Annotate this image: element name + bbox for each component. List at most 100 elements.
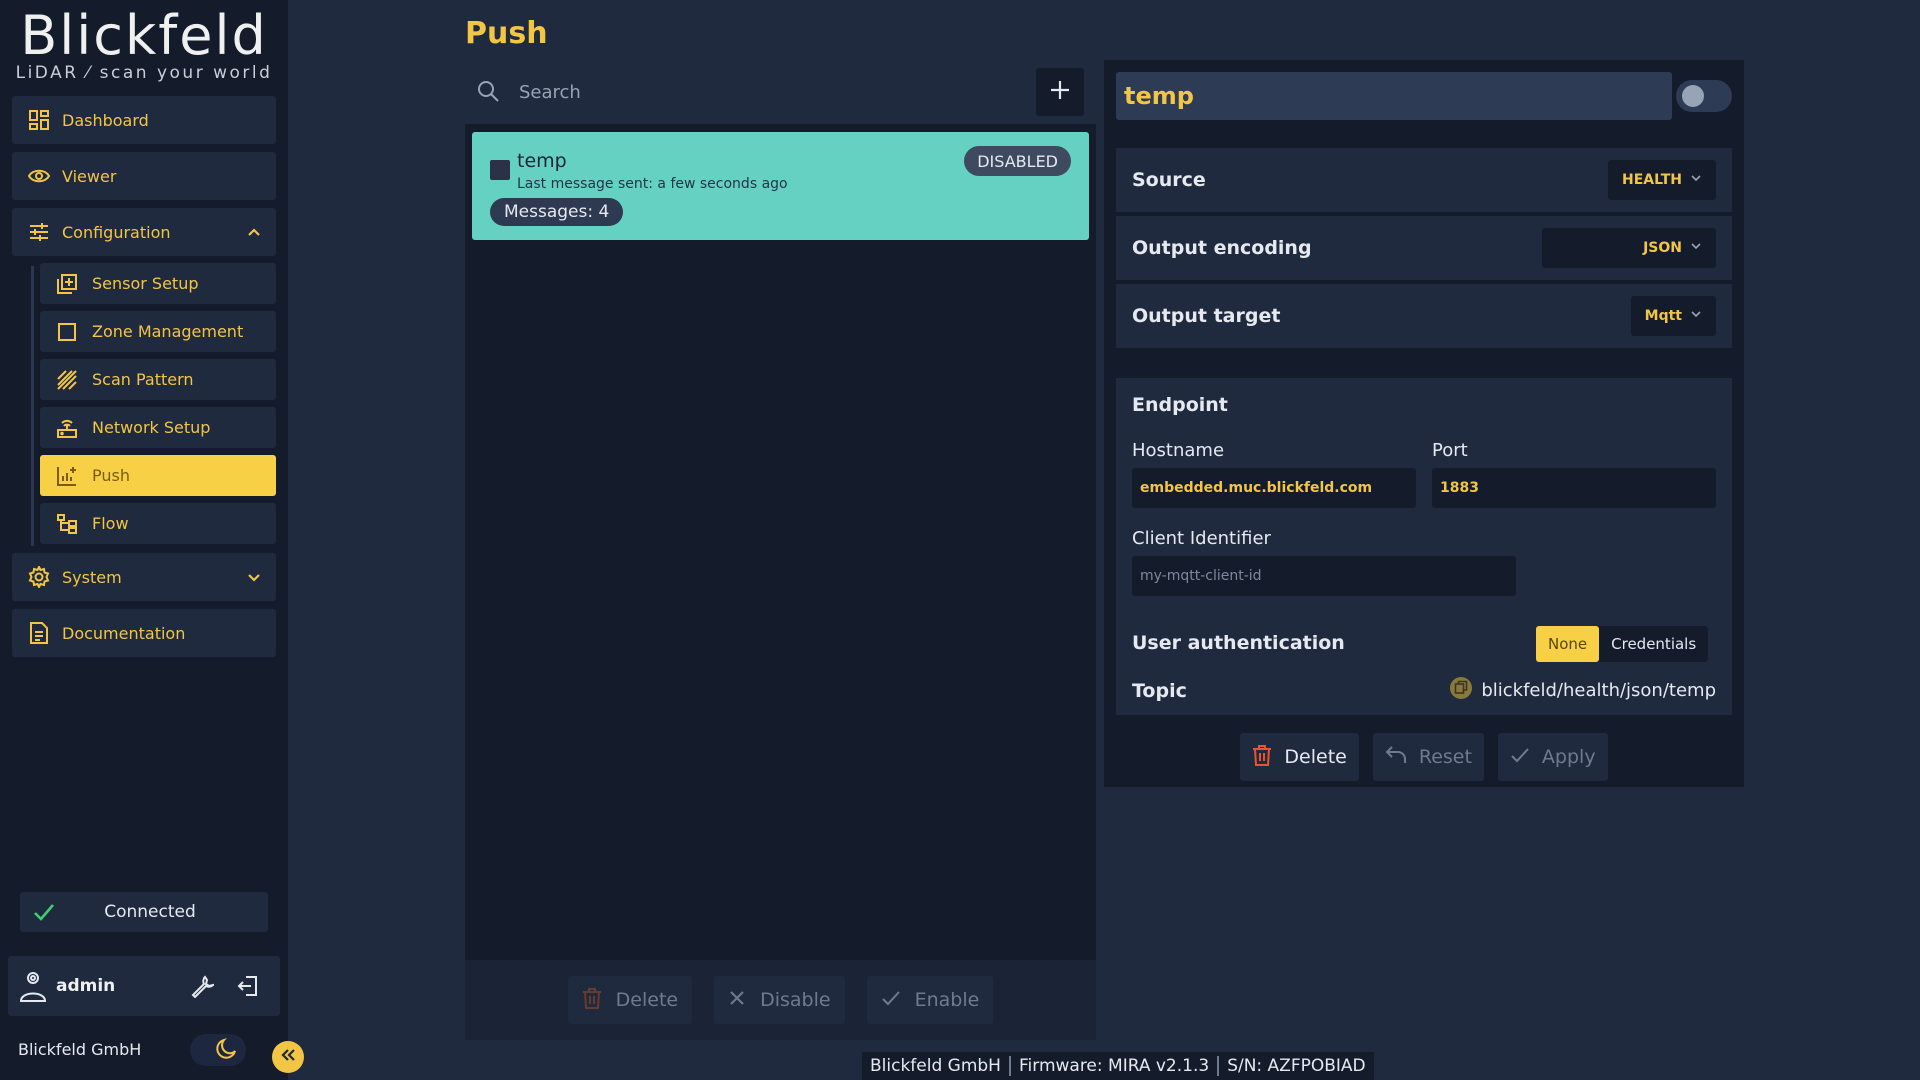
- copy-icon[interactable]: [1449, 676, 1473, 705]
- apply-button[interactable]: Apply: [1497, 733, 1608, 781]
- status-firmware: Firmware: MIRA v2.1.3: [1018, 1056, 1210, 1076]
- encoding-select[interactable]: JSON: [1542, 228, 1716, 268]
- push-detail-panel: temp Source HEALTH Output encoding JSON …: [1104, 60, 1744, 787]
- button-label: Delete: [615, 989, 679, 1011]
- status-badge: DISABLED: [964, 146, 1071, 176]
- sidebar-item-push[interactable]: Push: [40, 455, 276, 496]
- sidebar-item-label: Scan Pattern: [92, 370, 194, 389]
- gear-icon: [28, 566, 50, 588]
- item-checkbox[interactable]: [490, 160, 510, 180]
- brand-name: Blickfeld: [20, 4, 268, 67]
- list-item[interactable]: temp Last message sent: a few seconds ag…: [472, 132, 1089, 240]
- target-select[interactable]: Mqtt: [1630, 296, 1716, 336]
- user-auth-label: User authentication: [1132, 632, 1345, 654]
- chevron-down-icon: [1690, 240, 1702, 256]
- collapse-sidebar-button[interactable]: [272, 1041, 304, 1073]
- source-label: Source: [1132, 169, 1206, 191]
- page-title: Push: [465, 16, 548, 51]
- enable-toggle[interactable]: [1676, 80, 1732, 112]
- sidebar-item-label: Sensor Setup: [92, 274, 199, 293]
- sidebar-item-zone-management[interactable]: Zone Management: [40, 311, 276, 352]
- sidebar-item-scan-pattern[interactable]: Scan Pattern: [40, 359, 276, 400]
- sidebar-item-label: Documentation: [62, 623, 186, 643]
- connection-status: Connected: [20, 892, 268, 932]
- button-label: Reset: [1418, 746, 1472, 768]
- sidebar-item-network-setup[interactable]: Network Setup: [40, 407, 276, 448]
- button-label: Disable: [760, 989, 831, 1011]
- hostname-label: Hostname: [1132, 440, 1225, 461]
- delete-button[interactable]: Delete: [1240, 733, 1359, 781]
- moon-icon: [216, 1037, 238, 1063]
- encoding-label: Output encoding: [1132, 237, 1312, 259]
- sidebar-item-label: Dashboard: [62, 110, 149, 130]
- topic-value: blickfeld/health/json/temp: [1481, 680, 1716, 701]
- wrench-icon[interactable]: [188, 972, 216, 1000]
- bulk-disable-button[interactable]: Disable: [714, 976, 845, 1024]
- document-icon: [28, 622, 50, 644]
- chart-push-icon: [56, 465, 78, 487]
- undo-icon: [1385, 745, 1407, 770]
- sidebar-item-label: Configuration: [62, 222, 171, 242]
- sidebar-item-viewer[interactable]: Viewer: [12, 152, 276, 200]
- hostname-input[interactable]: [1132, 468, 1416, 508]
- add-push-button[interactable]: [1036, 68, 1084, 116]
- auth-option-credentials[interactable]: Credentials: [1599, 626, 1708, 662]
- sidebar-item-sensor-setup[interactable]: Sensor Setup: [40, 263, 276, 304]
- sidebar-item-flow[interactable]: Flow: [40, 503, 276, 544]
- connection-status-text: Connected: [104, 902, 196, 922]
- sidebar-item-label: Network Setup: [92, 418, 211, 437]
- sidebar-item-documentation[interactable]: Documentation: [12, 609, 276, 657]
- push-name-field[interactable]: temp: [1116, 72, 1672, 120]
- sliders-icon: [28, 221, 50, 243]
- plus-icon: [1049, 79, 1071, 105]
- sidebar-item-system[interactable]: System: [12, 553, 276, 601]
- button-label: Enable: [914, 989, 980, 1011]
- sidebar-item-dashboard[interactable]: Dashboard: [12, 96, 276, 144]
- status-company: Blickfeld GmbH: [870, 1056, 1001, 1076]
- endpoint-title: Endpoint: [1132, 394, 1228, 416]
- search-input[interactable]: [519, 74, 969, 110]
- bulk-delete-button[interactable]: Delete: [567, 976, 693, 1024]
- sidebar-item-configuration[interactable]: Configuration: [12, 208, 276, 256]
- message-count-badge: Messages: 4: [490, 198, 624, 226]
- chevron-up-icon: [244, 222, 264, 242]
- target-value: Mqtt: [1644, 308, 1682, 324]
- check-icon: [881, 989, 901, 1012]
- port-input[interactable]: [1432, 468, 1716, 508]
- divider: [1008, 1056, 1011, 1076]
- search-icon: [477, 80, 501, 104]
- trash-icon: [582, 987, 602, 1014]
- auth-option-none[interactable]: None: [1536, 626, 1600, 662]
- brand-logo: Blickfeld LiDAR ⁄ scan your world: [0, 4, 288, 82]
- logout-icon[interactable]: [234, 972, 262, 1000]
- check-icon: [32, 900, 56, 924]
- status-serial: S/N: AZFPOBIAD: [1227, 1056, 1366, 1076]
- item-name: temp: [517, 150, 567, 172]
- encoding-row: Output encoding JSON: [1116, 216, 1732, 280]
- close-icon: [728, 989, 746, 1012]
- encoding-value: JSON: [1643, 240, 1682, 256]
- sidebar: Blickfeld LiDAR ⁄ scan your world Dashbo…: [0, 0, 288, 1080]
- user-panel: admin: [8, 956, 280, 1016]
- target-row: Output target Mqtt: [1116, 284, 1732, 348]
- toggle-knob: [1682, 85, 1704, 107]
- client-id-input[interactable]: [1132, 556, 1516, 596]
- target-label: Output target: [1132, 305, 1281, 327]
- endpoint-section: Endpoint Hostname Port Client Identifier…: [1116, 378, 1732, 715]
- theme-toggle[interactable]: [190, 1034, 246, 1066]
- client-id-label: Client Identifier: [1132, 528, 1271, 549]
- chevron-down-icon: [1690, 308, 1702, 324]
- source-select[interactable]: HEALTH: [1608, 160, 1716, 200]
- brand-tagline: LiDAR ⁄ scan your world: [15, 63, 273, 83]
- submenu-line: [31, 266, 34, 546]
- square-icon: [56, 321, 78, 343]
- reset-button[interactable]: Reset: [1372, 733, 1484, 781]
- router-icon: [56, 417, 78, 439]
- list-actions: Delete Disable Enable: [465, 960, 1096, 1040]
- search-bar: [465, 60, 1096, 124]
- sidebar-item-label: Flow: [92, 514, 129, 533]
- item-last-message: Last message sent: a few seconds ago: [517, 176, 788, 192]
- bulk-enable-button[interactable]: Enable: [866, 976, 994, 1024]
- sensor-add-icon: [56, 273, 78, 295]
- divider: [1217, 1056, 1220, 1076]
